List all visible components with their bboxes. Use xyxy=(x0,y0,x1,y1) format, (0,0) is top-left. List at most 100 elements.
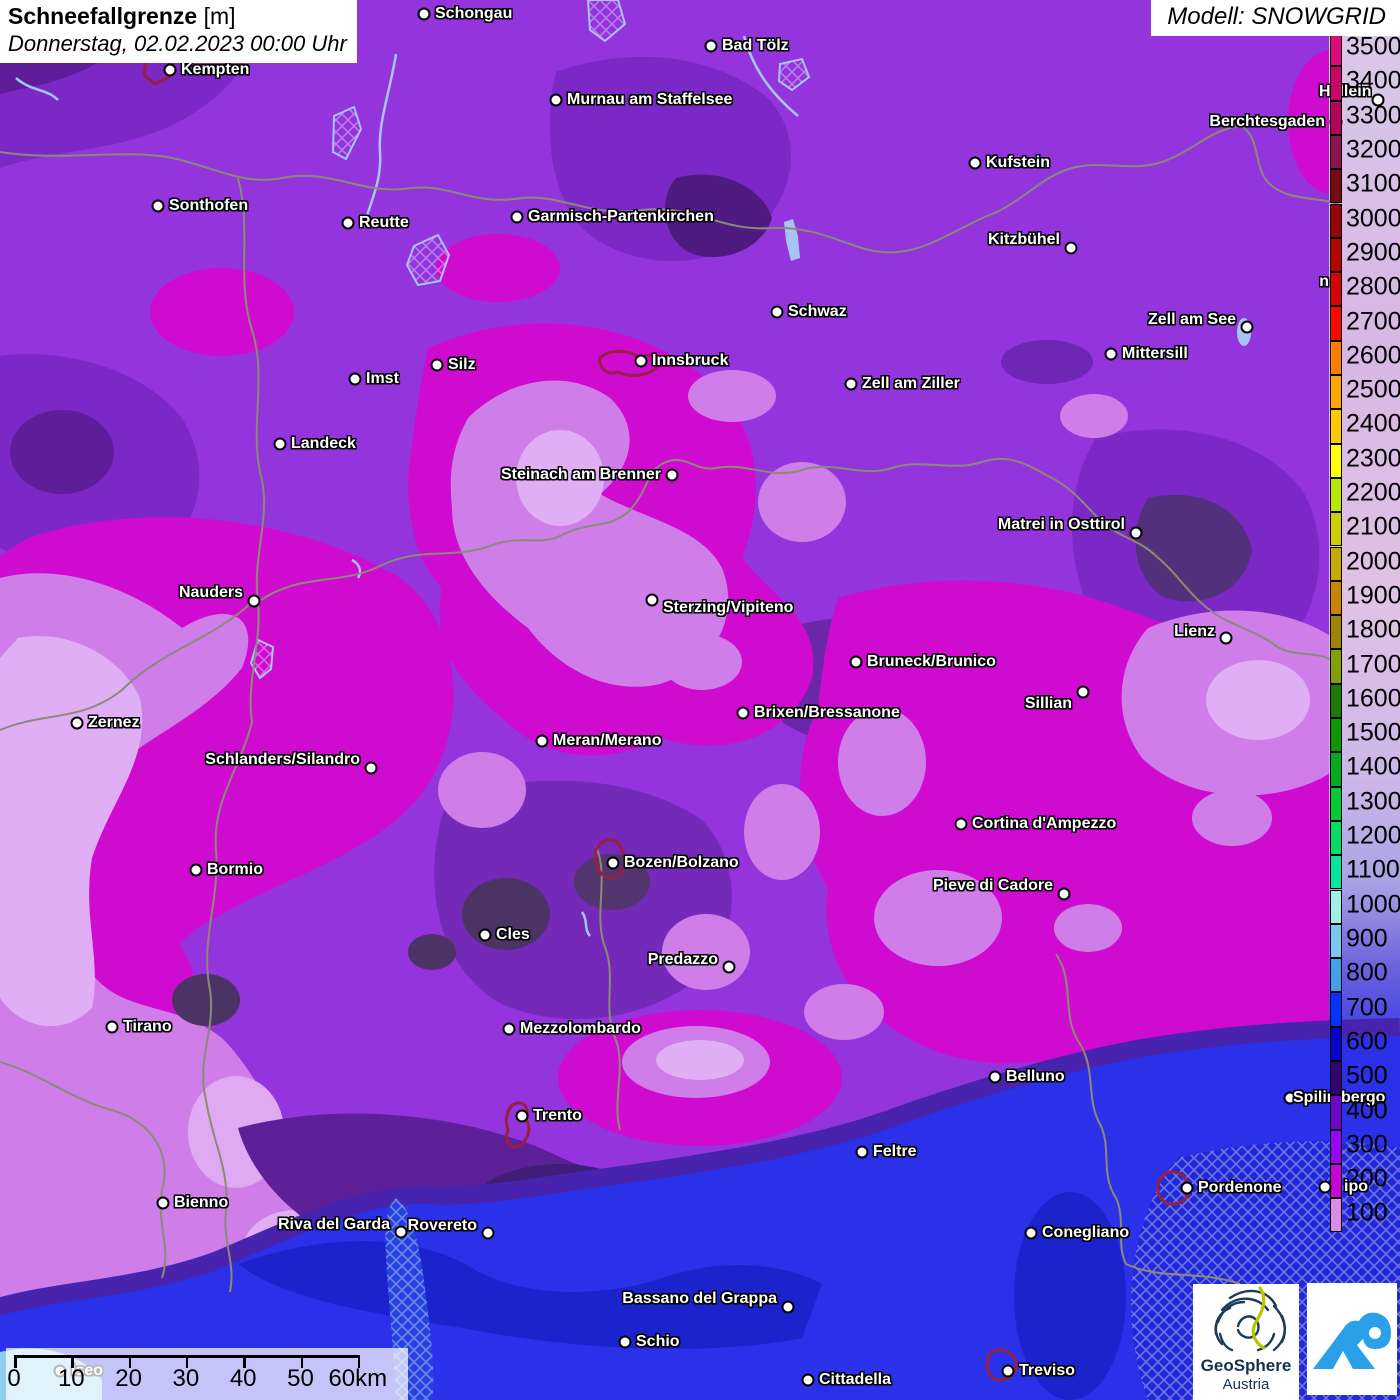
city-dot-steinach-am-brenner xyxy=(666,469,679,482)
colorbar-cell-1300 xyxy=(1330,787,1342,821)
colorbar-tick-800: 800 xyxy=(1346,961,1388,986)
city-label-cortina-d-ampezzo: Cortina d'Ampezzo xyxy=(972,816,1116,832)
fragment-label: n xyxy=(1319,274,1329,290)
city-label-bozen-bolzano: Bozen/Bolzano xyxy=(624,855,739,871)
colorbar-cell-500 xyxy=(1330,1061,1342,1095)
city-label-schongau: Schongau xyxy=(435,6,512,22)
city-label-trento: Trento xyxy=(533,1108,582,1124)
city-dot-garmisch-partenkirchen xyxy=(511,211,524,224)
map-title-box: Schneefallgrenze [m] Donnerstag, 02.02.2… xyxy=(0,0,357,63)
colorbar-tick-2600: 2600 xyxy=(1346,343,1400,368)
city-dot-landeck xyxy=(274,438,287,451)
snowfall-limit-map: Schongau Bad Tölz Kempten Murnau am Staffel… xyxy=(0,0,1400,1400)
colorbar-tick-1400: 1400 xyxy=(1346,755,1400,780)
colorbar-tick-3500: 3500 xyxy=(1346,35,1400,60)
city-label-mezzolombardo: Mezzolombardo xyxy=(520,1021,641,1037)
scale-bar-label: 50 xyxy=(287,1365,314,1393)
city-label-bad-t-lz: Bad Tölz xyxy=(722,38,789,54)
city-label-murnau-am-staffelsee: Murnau am Staffelsee xyxy=(567,92,732,108)
city-dot-kufstein xyxy=(969,157,982,170)
geosphere-logo-box: GeoSphere Austria xyxy=(1193,1284,1299,1400)
colorbar-cell-3500 xyxy=(1330,32,1342,66)
city-label-zernez: Zernez xyxy=(88,715,140,731)
city-label-riva-del-garda: Riva del Garda xyxy=(278,1217,390,1233)
city-label-sterzing-vipiteno: Sterzing/Vipiteno xyxy=(663,600,793,616)
colorbar-tick-1700: 1700 xyxy=(1346,652,1400,677)
colorbar-cell-900 xyxy=(1330,924,1342,958)
colorbar-cell-2700 xyxy=(1330,306,1342,340)
map-datetime: Donnerstag, 02.02.2023 00:00 Uhr xyxy=(8,31,347,57)
colorbar-tick-400: 400 xyxy=(1346,1098,1388,1123)
city-dot-treviso xyxy=(1002,1365,1015,1378)
colorbar-tick-2100: 2100 xyxy=(1346,515,1400,540)
city-dot-cittadella xyxy=(802,1374,815,1387)
city-label-berchtesgaden: Berchtesgaden xyxy=(1209,114,1325,130)
city-dot-innsbruck xyxy=(635,355,648,368)
city-label-garmisch-partenkirchen: Garmisch-Partenkirchen xyxy=(528,209,714,225)
city-label-tirano: Tirano xyxy=(123,1019,172,1035)
mountain-logo-icon xyxy=(1307,1283,1397,1395)
geosphere-logo-country: Austria xyxy=(1193,1376,1299,1394)
colorbar-cell-2600 xyxy=(1330,341,1342,375)
city-dot-predazzo xyxy=(723,961,736,974)
title-unit: [m] xyxy=(204,3,236,29)
colorbar-tick-1800: 1800 xyxy=(1346,618,1400,643)
colorbar-tick-3100: 3100 xyxy=(1346,172,1400,197)
city-label-nauders: Nauders xyxy=(179,585,243,601)
city-dot-trento xyxy=(516,1110,529,1123)
colorbar-tick-1100: 1100 xyxy=(1346,858,1400,883)
city-dot-mittersill xyxy=(1105,348,1118,361)
colorbar-tick-3400: 3400 xyxy=(1346,69,1400,94)
city-dot-sillian xyxy=(1077,686,1090,699)
city-dot-bormio xyxy=(190,864,203,877)
city-label-innsbruck: Innsbruck xyxy=(652,353,728,369)
city-label-imst: Imst xyxy=(366,371,399,387)
colorbar-cell-2900 xyxy=(1330,238,1342,272)
colorbar-tick-2300: 2300 xyxy=(1346,446,1400,471)
scale-bar-label: 0 xyxy=(7,1365,20,1393)
city-dot-brixen-bressanone xyxy=(737,707,750,720)
colorbar-cell-2100 xyxy=(1330,512,1342,546)
city-dot-schlanders-silandro xyxy=(365,762,378,775)
colorbar-cell-400 xyxy=(1330,1095,1342,1129)
colorbar-cell-200 xyxy=(1330,1164,1342,1198)
city-label-bienno: Bienno xyxy=(174,1195,228,1211)
city-label-cles: Cles xyxy=(496,927,530,943)
city-dot-nauders xyxy=(248,595,261,608)
colorbar-tick-100: 100 xyxy=(1346,1201,1388,1226)
city-label-treviso: Treviso xyxy=(1019,1363,1075,1379)
city-dot-pordenone xyxy=(1181,1182,1194,1195)
city-dot-kempten xyxy=(164,64,177,77)
colorbar-cell-1500 xyxy=(1330,718,1342,752)
city-dot-zernez xyxy=(71,717,84,730)
colorbar-tick-700: 700 xyxy=(1346,995,1388,1020)
city-label-kempten: Kempten xyxy=(181,62,249,78)
geosphere-logo-name: GeoSphere xyxy=(1193,1357,1299,1376)
city-label-pieve-di-cadore: Pieve di Cadore xyxy=(933,878,1053,894)
colorbar-tick-1000: 1000 xyxy=(1346,892,1400,917)
city-label-meran-merano: Meran/Merano xyxy=(553,733,661,749)
city-dot-lienz xyxy=(1220,632,1233,645)
city-dot-reutte xyxy=(342,217,355,230)
city-label-cittadella: Cittadella xyxy=(819,1372,891,1388)
colorbar-tick-1600: 1600 xyxy=(1346,686,1400,711)
city-dot-mezzolombardo xyxy=(503,1023,516,1036)
city-dot-riva-del-garda xyxy=(395,1226,408,1239)
city-dot-kitzb-hel xyxy=(1065,242,1078,255)
title-heading: Schneefallgrenze xyxy=(8,3,197,29)
city-dot-meran-merano xyxy=(536,735,549,748)
city-label-sillian: Sillian xyxy=(1025,696,1072,712)
city-dot-zell-am-see xyxy=(1241,321,1254,334)
city-label-matrei-in-osttirol: Matrei in Osttirol xyxy=(998,517,1125,533)
city-label-bassano-del-grappa: Bassano del Grappa xyxy=(622,1291,777,1307)
city-label-silz: Silz xyxy=(448,357,476,373)
colorbar-cell-100 xyxy=(1330,1198,1342,1232)
colorbar-cell-2000 xyxy=(1330,547,1342,581)
city-label-schwaz: Schwaz xyxy=(788,304,847,320)
city-label-schlanders-silandro: Schlanders/Silandro xyxy=(205,752,360,768)
scale-bar-label: 20 xyxy=(115,1365,142,1393)
city-label-feltre: Feltre xyxy=(873,1144,917,1160)
colorbar-cell-3300 xyxy=(1330,101,1342,135)
city-label-landeck: Landeck xyxy=(291,436,356,452)
scale-bar-label: 30 xyxy=(173,1365,200,1393)
